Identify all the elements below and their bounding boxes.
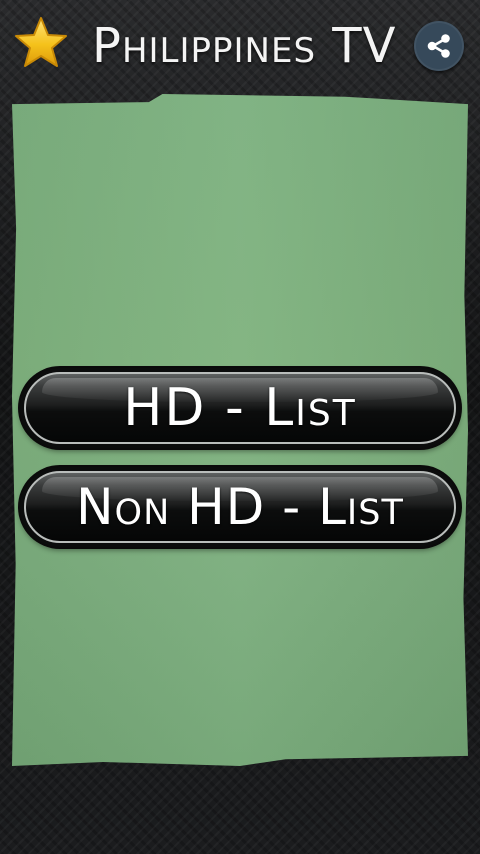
hd-list-button-label: HD - List xyxy=(123,378,357,438)
content-frame: HD - List Non HD - List xyxy=(0,0,480,854)
non-hd-list-button-label: Non HD - List xyxy=(76,478,404,536)
hd-list-button[interactable]: HD - List xyxy=(20,368,460,448)
non-hd-list-button[interactable]: Non HD - List xyxy=(20,467,460,547)
